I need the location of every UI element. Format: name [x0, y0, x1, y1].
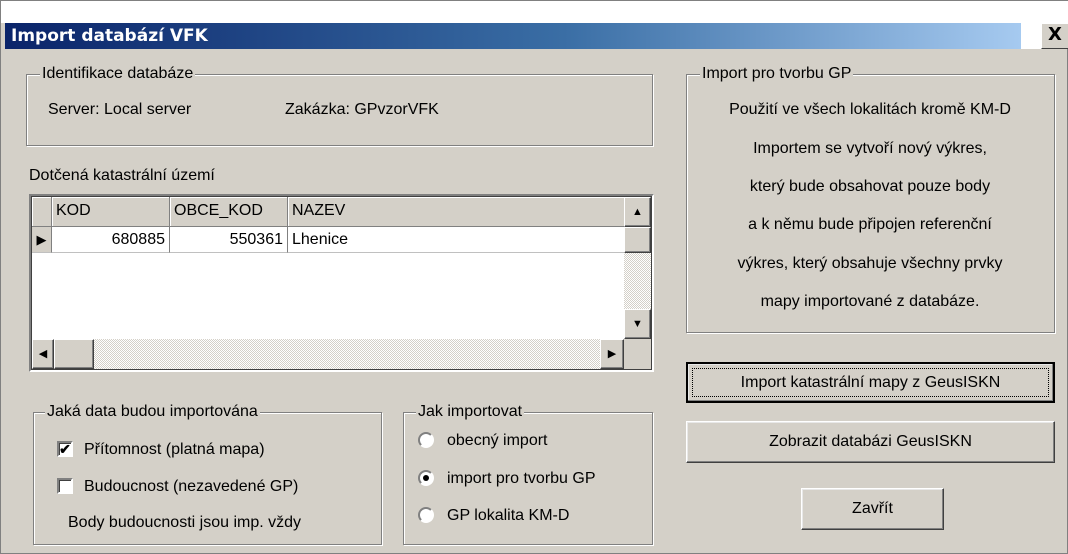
radio-import-pro-tvorbu-gp-label[interactable]: import pro tvorbu GP — [447, 469, 596, 489]
pritomnost-label[interactable]: Přítomnost (platná mapa) — [84, 440, 265, 460]
budoucnost-note: Body budoucnosti jsou imp. vždy — [68, 514, 302, 531]
close-button[interactable]: X — [1041, 23, 1068, 49]
grid-indicator-header — [32, 197, 52, 227]
info-line-5: výkres, který obsahuje všechny prvky — [737, 255, 1003, 272]
zobrazit-databazi-button[interactable]: Zobrazit databázi GeusISKN — [686, 421, 1055, 463]
row-pointer-icon: ▶ — [36, 232, 47, 247]
scroll-down-button[interactable]: ▼ — [624, 309, 651, 339]
radio-obecny-import-label[interactable]: obecný import — [447, 431, 548, 451]
scrollbar-corner — [624, 339, 651, 369]
radio-import-pro-tvorbu-gp[interactable] — [418, 470, 434, 486]
budoucnost-label[interactable]: Budoucnost (nezavedené GP) — [84, 477, 298, 497]
zakazka-label: Zakázka: GPvzorVFK — [285, 101, 439, 118]
row-pointer-cell: ▶ — [32, 227, 52, 253]
import-button-label: Import katastrální mapy z GeusISKN — [740, 374, 1001, 391]
katastralni-uzemi-grid[interactable]: KOD OBCE_KOD NAZEV ▶ 680885 550361 Lheni… — [29, 194, 654, 372]
info-line-1: Použití ve všech lokalitách kromě KM-D — [729, 101, 1011, 118]
close-icon: X — [1048, 24, 1062, 45]
identifikace-legend: Identifikace databáze — [40, 64, 196, 84]
info-group-legend: Import pro tvorbu GP — [700, 64, 854, 84]
server-label: Server: Local server — [48, 101, 192, 118]
vertical-scrollbar[interactable]: ▲ ▼ — [624, 197, 651, 339]
info-line-2: Importem se vytvoří nový výkres, — [753, 140, 987, 157]
arrow-left-icon: ◀ — [38, 348, 48, 360]
grid-label: Dotčená katastrální území — [29, 167, 215, 184]
jak-importovat-legend: Jak importovat — [416, 402, 525, 422]
arrow-up-icon: ▲ — [632, 206, 643, 218]
radio-obecny-import[interactable] — [418, 432, 434, 448]
pritomnost-checkbox[interactable]: ✔ — [57, 441, 73, 457]
scroll-left-button[interactable]: ◀ — [32, 339, 54, 369]
horizontal-scrollbar[interactable]: ◀ ▶ — [32, 339, 624, 369]
scroll-up-button[interactable]: ▲ — [624, 197, 651, 227]
vertical-scroll-thumb[interactable] — [624, 227, 651, 253]
info-line-3: který bude obsahovat pouze body — [749, 178, 991, 195]
radio-gp-lokalita-kmd[interactable] — [418, 507, 434, 523]
arrow-down-icon: ▼ — [632, 318, 643, 330]
arrow-right-icon: ▶ — [607, 348, 617, 360]
zavrit-button-label: Zavřít — [852, 500, 893, 517]
title-bar: Import databází VFK — [5, 23, 1021, 49]
zobrazit-button-label: Zobrazit databázi GeusISKN — [769, 433, 972, 450]
desktop-background — [1, 1, 1068, 23]
info-line-6: mapy importované z databáze. — [760, 293, 980, 310]
zavrit-button[interactable]: Zavřít — [801, 488, 944, 530]
column-header-nazev[interactable]: NAZEV — [288, 197, 624, 227]
table-cell-obce-kod[interactable]: 550361 — [170, 227, 288, 253]
budoucnost-checkbox[interactable] — [57, 478, 73, 494]
table-cell-kod[interactable]: 680885 — [52, 227, 170, 253]
desktop-gap — [1021, 23, 1041, 49]
import-dialog: Import databází VFK X Identifikace datab… — [0, 0, 1068, 554]
grid-inner: KOD OBCE_KOD NAZEV ▶ 680885 550361 Lheni… — [31, 196, 652, 370]
check-icon: ✔ — [59, 441, 71, 457]
window-title: Import databází VFK — [11, 26, 208, 46]
info-line-4: a k němu bude připojen referenční — [748, 216, 992, 233]
column-header-kod[interactable]: KOD — [52, 197, 170, 227]
radio-gp-lokalita-kmd-label[interactable]: GP lokalita KM-D — [447, 506, 569, 526]
table-cell-nazev[interactable]: Lhenice — [288, 227, 624, 253]
scroll-right-button[interactable]: ▶ — [600, 339, 624, 369]
column-header-obce-kod[interactable]: OBCE_KOD — [170, 197, 288, 227]
data-group-legend: Jaká data budou importována — [45, 402, 260, 422]
horizontal-scroll-thumb[interactable] — [54, 339, 94, 369]
import-katastralni-mapy-button[interactable]: Import katastrální mapy z GeusISKN — [686, 362, 1055, 403]
